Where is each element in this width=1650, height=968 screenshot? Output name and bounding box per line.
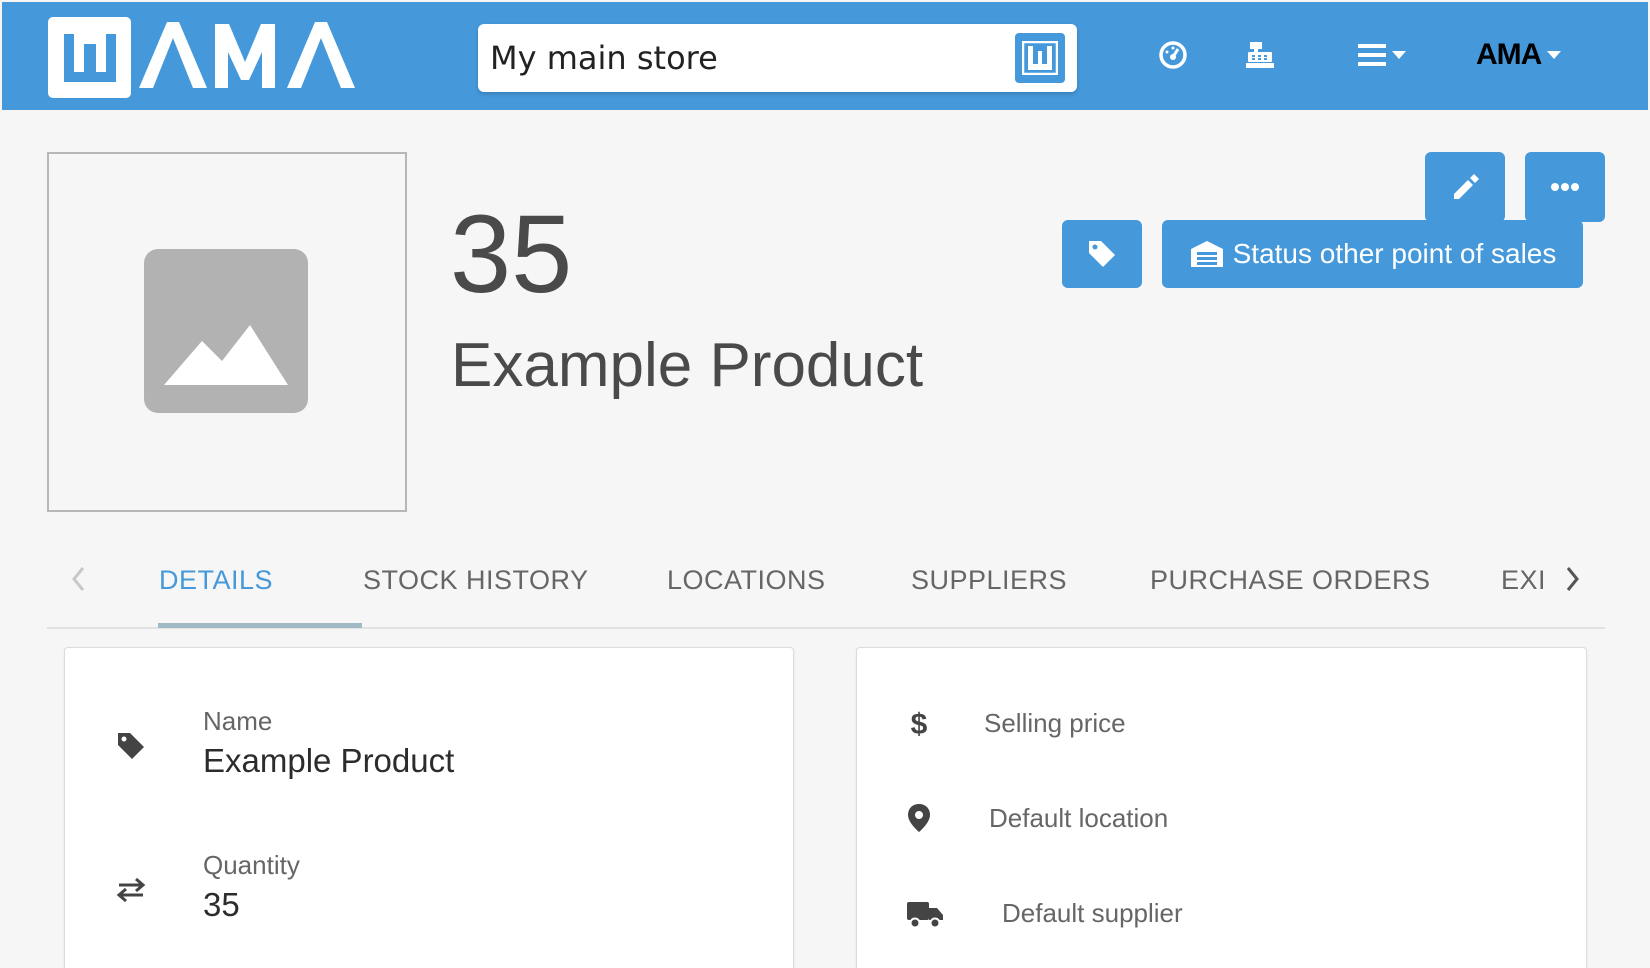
truck-icon [905, 894, 945, 934]
product-title: Example Product [451, 331, 924, 400]
tag-icon [1089, 241, 1115, 267]
user-avatar: AMA [1476, 38, 1542, 71]
quantity-value: 35 [203, 886, 240, 923]
edit-button[interactable] [1425, 152, 1505, 222]
user-menu[interactable]: AMA [1476, 32, 1562, 78]
map-pin-icon [899, 798, 939, 838]
tabs-scroll-right-icon[interactable] [1552, 559, 1592, 599]
pencil-icon [1454, 174, 1479, 199]
quantity-label: Quantity [203, 850, 300, 880]
details-card-left: Name Example Product Quantity 35 [64, 647, 794, 968]
swap-arrows-icon [111, 870, 151, 910]
logo-text [137, 17, 367, 98]
name-label: Name [203, 706, 273, 736]
cash-register-icon[interactable] [1240, 32, 1280, 78]
default-supplier-label: Default supplier [1002, 898, 1183, 928]
status-other-pos-button[interactable]: Status other point of sales [1162, 220, 1583, 288]
name-value: Example Product [203, 742, 455, 779]
details-card-right: $ Selling price Default location Default… [856, 647, 1587, 968]
tabs-scroll-left-icon[interactable] [59, 559, 99, 599]
speedometer-icon[interactable] [1153, 32, 1193, 78]
logo-w-icon [48, 17, 131, 98]
store-icon [1190, 241, 1223, 267]
chevron-down-icon [1392, 51, 1406, 59]
more-dots-icon [1551, 183, 1579, 191]
tab-details[interactable]: DETAILS [159, 545, 273, 627]
selling-price-label: Selling price [984, 708, 1126, 738]
chevron-down-icon [1547, 51, 1562, 59]
tab-stock-history[interactable]: STOCK HISTORY [363, 545, 589, 627]
top-bar: My main store AMA [2, 2, 1648, 110]
tag-icon [111, 726, 151, 766]
wama-logo[interactable] [48, 17, 367, 98]
default-location-label: Default location [989, 803, 1169, 833]
store-selector[interactable]: My main store [478, 24, 1077, 92]
store-w-icon [1015, 33, 1065, 83]
product-image[interactable] [47, 152, 407, 512]
tab-suppliers[interactable]: SUPPLIERS [911, 545, 1067, 627]
status-button-label: Status other point of sales [1232, 238, 1557, 269]
image-placeholder-icon [144, 249, 308, 413]
menu-icon[interactable] [1347, 32, 1417, 78]
tag-button[interactable] [1062, 220, 1142, 288]
store-name: My main store [490, 39, 718, 77]
tab-active-indicator [158, 623, 362, 628]
product-quantity: 35 [450, 193, 573, 316]
tab-partial[interactable]: EXI [1501, 545, 1546, 627]
tab-locations[interactable]: LOCATIONS [667, 545, 826, 627]
dollar-icon: $ [899, 704, 939, 744]
svg-text:$: $ [911, 708, 928, 740]
product-tabs: DETAILS STOCK HISTORY LOCATIONS SUPPLIER… [47, 545, 1605, 629]
more-button[interactable] [1525, 152, 1605, 222]
tab-purchase-orders[interactable]: PURCHASE ORDERS [1150, 545, 1431, 627]
